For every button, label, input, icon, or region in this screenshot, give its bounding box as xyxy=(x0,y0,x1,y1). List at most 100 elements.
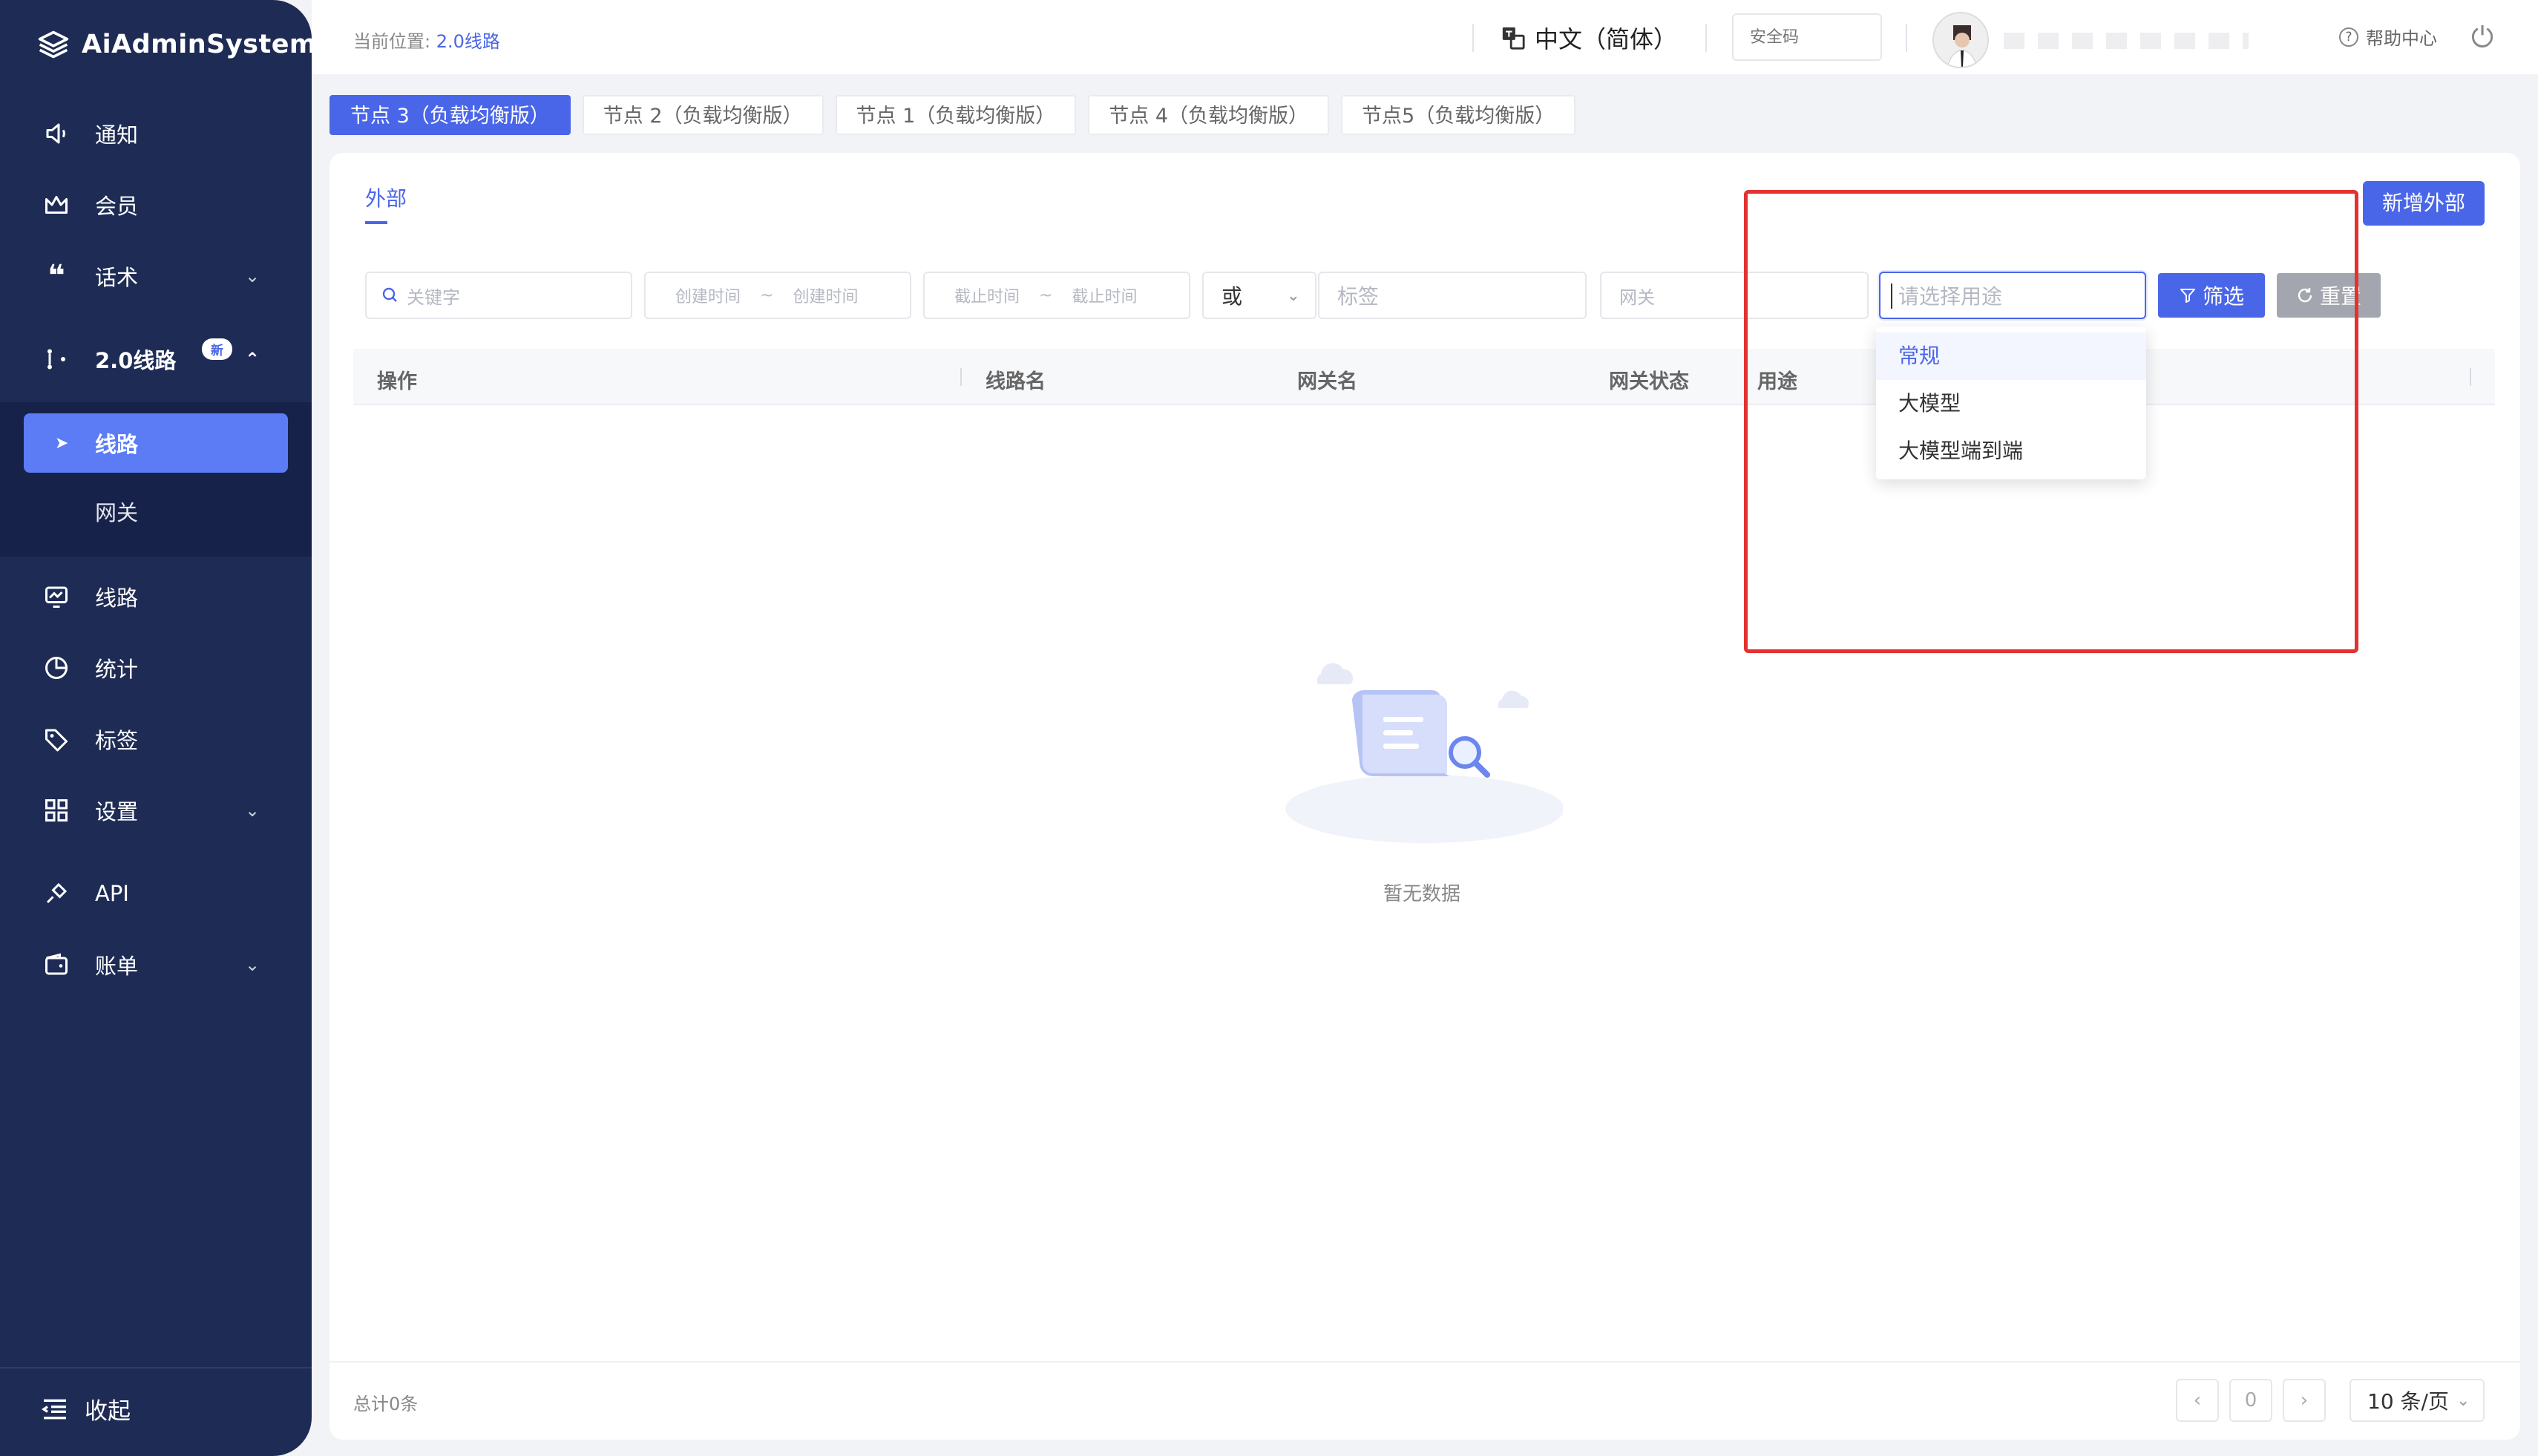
created-time-range[interactable]: 创建时间 ~ 创建时间 xyxy=(644,272,911,319)
collapse-label: 收起 xyxy=(85,1398,131,1425)
tab-external[interactable]: 外部 xyxy=(365,183,407,212)
col-gateway-name: 网关名 xyxy=(1297,370,1357,393)
security-code-input[interactable] xyxy=(1732,13,1882,61)
crown-icon xyxy=(42,190,71,220)
prev-page-button[interactable]: ‹ xyxy=(2176,1379,2219,1422)
translate-icon xyxy=(1502,27,1525,50)
blurred-user-info xyxy=(2004,33,2249,49)
quote-icon: ❝ xyxy=(47,259,65,293)
sidebar-item-label: 2.0线路 xyxy=(95,348,177,373)
app-logo[interactable]: AiAdminSystem xyxy=(37,28,317,61)
arrow-right-icon: ➤ xyxy=(55,433,69,453)
page-size-select[interactable]: 10 条/页 ⌄ xyxy=(2350,1379,2485,1422)
pie-chart-icon xyxy=(42,653,71,683)
created-end: 创建时间 xyxy=(793,288,859,306)
chevron-down-icon: ⌄ xyxy=(2456,1391,2470,1410)
expire-start: 截止时间 xyxy=(954,288,1020,306)
search-icon xyxy=(382,287,397,302)
keyword-input[interactable]: 关键字 xyxy=(365,272,632,319)
layers-icon xyxy=(38,30,69,59)
language-switcher[interactable]: 中文（简体） xyxy=(1501,21,1677,55)
tab-node-3[interactable]: 节点 3（负载均衡版） xyxy=(329,95,571,135)
sidebar-item-script[interactable]: ❝ 话术 ⌄ xyxy=(0,240,312,312)
sidebar: AiAdminSystem 通知 会员 ❝ 话术 ⌄ 2.0线路 ⌃ 新 ➤ 线… xyxy=(0,0,316,1456)
range-separator: ~ xyxy=(760,286,774,305)
chevron-left-icon: ‹ xyxy=(2193,1389,2202,1411)
tag-placeholder: 标签 xyxy=(1337,284,1380,309)
divider xyxy=(1472,24,1474,52)
breadcrumb: 当前位置: 2.0线路 xyxy=(353,27,500,53)
gateway-placeholder: 网关 xyxy=(1619,286,1655,308)
footer-divider xyxy=(329,1361,2520,1362)
highlight-box xyxy=(1744,190,2358,653)
tab-indicator xyxy=(365,221,387,224)
chevron-down-icon: ⌄ xyxy=(245,954,260,975)
chevron-right-icon: › xyxy=(2300,1389,2309,1411)
avatar[interactable] xyxy=(1932,12,1989,68)
sidebar-item-tag[interactable]: 标签 xyxy=(0,704,312,775)
language-label: 中文（简体） xyxy=(1535,25,1678,53)
empty-text: 暂无数据 xyxy=(1383,883,1461,905)
col-gateway-status: 网关状态 xyxy=(1609,370,1689,393)
plug-icon xyxy=(42,879,71,908)
range-separator: ~ xyxy=(1039,286,1053,305)
chevron-up-icon: ⌃ xyxy=(245,349,260,370)
sidebar-item-label: 设置 xyxy=(95,799,139,824)
sidebar-item-member[interactable]: 会员 xyxy=(0,169,312,240)
sidebar-subitem-label: 线路 xyxy=(95,432,139,457)
help-center-link[interactable]: ? 帮助中心 xyxy=(2339,24,2437,50)
tab-node-2[interactable]: 节点 2（负载均衡版） xyxy=(582,95,824,135)
breadcrumb-current[interactable]: 2.0线路 xyxy=(436,31,500,52)
expire-time-range[interactable]: 截止时间 ~ 截止时间 xyxy=(923,272,1190,319)
divider xyxy=(1906,24,1907,52)
sidebar-item-label: 账单 xyxy=(95,954,139,979)
sidebar-item-stats[interactable]: 统计 xyxy=(0,632,312,704)
grid-icon xyxy=(42,796,71,825)
tab-node-5[interactable]: 节点5（负载均衡版） xyxy=(1341,95,1576,135)
tab-node-4[interactable]: 节点 4（负载均衡版） xyxy=(1088,95,1330,135)
collapse-button[interactable]: 收起 xyxy=(40,1392,131,1426)
add-external-button[interactable]: 新增外部 xyxy=(2363,181,2485,226)
col-actions: 操作 xyxy=(377,370,417,393)
sidebar-item-route-v2[interactable]: 2.0线路 ⌃ xyxy=(0,324,312,395)
sidebar-item-api[interactable]: API xyxy=(0,858,312,929)
page-size-value: 10 条/页 xyxy=(2367,1389,2449,1414)
sidebar-item-settings[interactable]: 设置 ⌄ xyxy=(0,775,312,846)
node-tabs: 节点 3（负载均衡版） 节点 2（负载均衡版） 节点 1（负载均衡版） 节点 4… xyxy=(329,95,1576,135)
col-separator xyxy=(2470,368,2471,386)
wallet-icon xyxy=(42,950,71,980)
expire-end: 截止时间 xyxy=(1072,288,1138,306)
logic-select[interactable]: 或 ⌄ xyxy=(1202,272,1316,319)
speaker-icon xyxy=(42,119,71,148)
tag-icon xyxy=(42,724,71,754)
page-number[interactable]: 0 xyxy=(2229,1379,2272,1422)
chevron-down-icon: ⌄ xyxy=(245,800,260,821)
sidebar-item-label: 线路 xyxy=(95,586,139,611)
breadcrumb-prefix: 当前位置: xyxy=(353,31,431,52)
sidebar-item-label: 统计 xyxy=(95,657,139,682)
tab-node-1[interactable]: 节点 1（负载均衡版） xyxy=(835,95,1077,135)
route-icon xyxy=(42,344,71,374)
tag-input[interactable]: 标签 xyxy=(1318,272,1587,319)
sidebar-item-notice[interactable]: 通知 xyxy=(0,98,312,169)
sidebar-item-label: 标签 xyxy=(95,728,139,753)
chevron-down-icon: ⌄ xyxy=(1286,286,1300,305)
keyword-placeholder: 关键字 xyxy=(407,286,460,308)
sidebar-item-label: 会员 xyxy=(95,194,139,219)
sidebar-item-label: 话术 xyxy=(95,265,139,290)
sidebar-item-route[interactable]: 线路 xyxy=(0,561,312,632)
empty-data-illustration xyxy=(1285,663,1563,843)
monitor-icon xyxy=(42,582,71,611)
sidebar-subitem-gateway[interactable]: 网关 xyxy=(95,496,138,527)
next-page-button[interactable]: › xyxy=(2283,1379,2326,1422)
sidebar-item-billing[interactable]: 账单 ⌄ xyxy=(0,929,312,1000)
new-badge: 新 xyxy=(202,338,232,360)
sidebar-subitem-route[interactable]: ➤ 线路 xyxy=(24,413,288,473)
power-icon[interactable]: ⏻ xyxy=(2471,21,2493,54)
sidebar-item-label: API xyxy=(95,881,129,906)
divider xyxy=(0,1367,312,1368)
menu-fold-icon xyxy=(41,1399,66,1419)
divider xyxy=(1705,24,1707,52)
chevron-down-icon: ⌄ xyxy=(245,266,260,286)
logic-value: 或 xyxy=(1222,284,1243,309)
